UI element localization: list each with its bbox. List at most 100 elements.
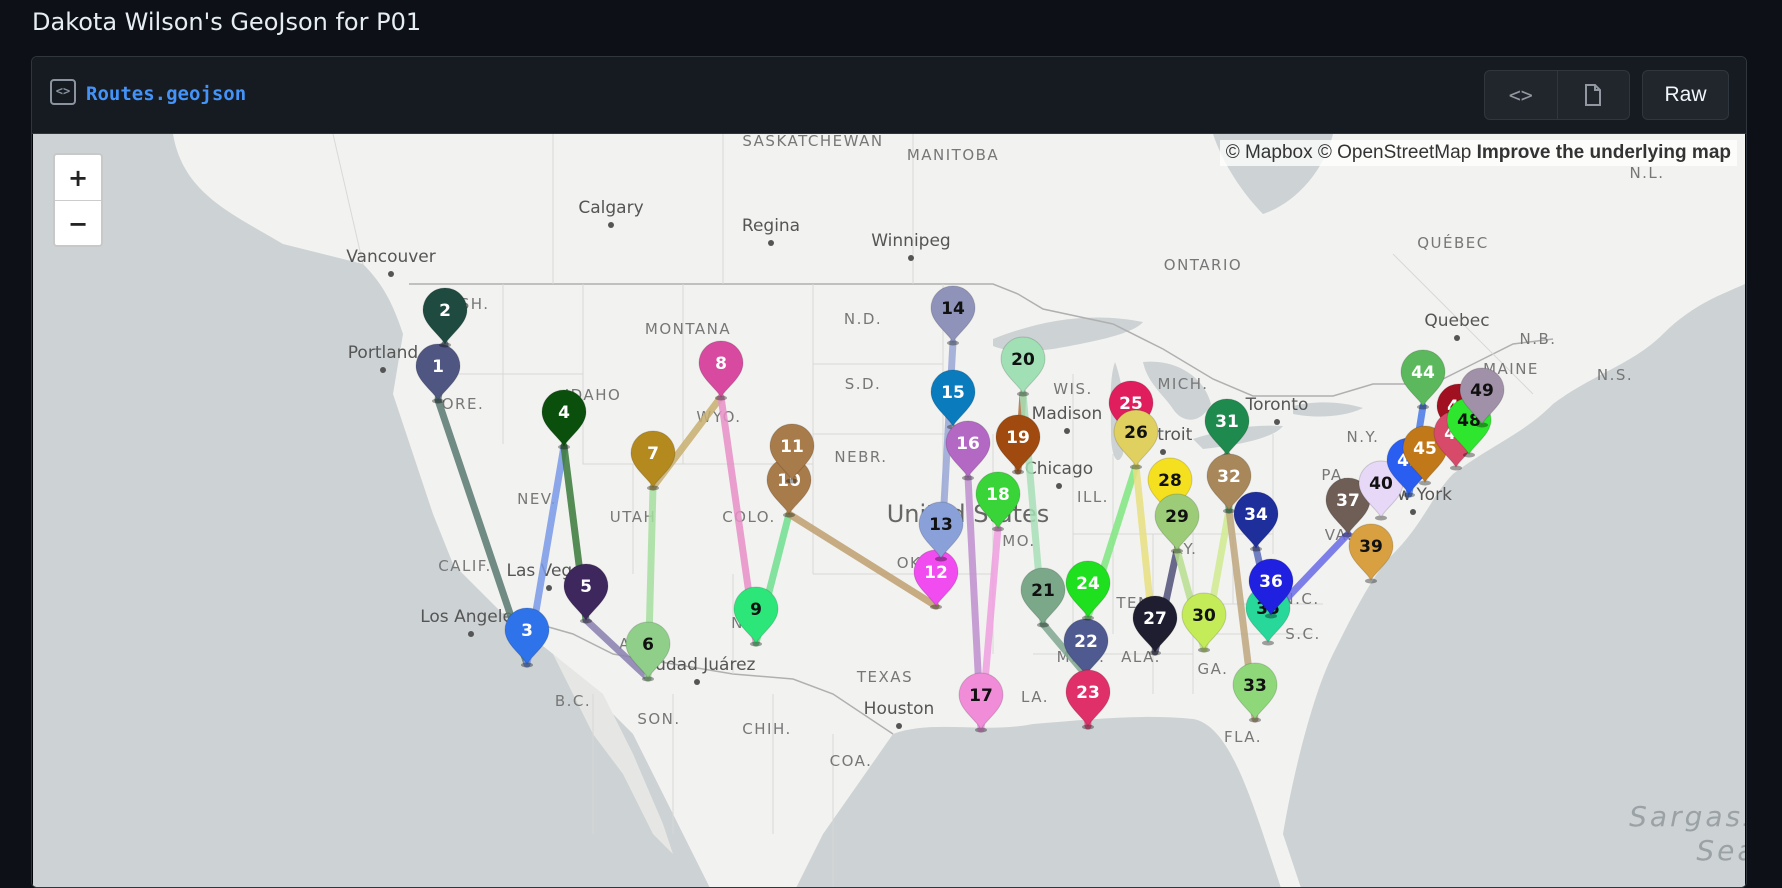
improve-map-link[interactable]: Improve the underlying map: [1477, 142, 1731, 163]
city-label-winnipeg: Winnipeg: [871, 231, 950, 251]
map-pin-33[interactable]: 33: [1232, 662, 1278, 723]
map-pin-20[interactable]: 20: [1000, 336, 1046, 397]
region-label-wis: WIS.: [1053, 380, 1093, 398]
city-dot: [468, 631, 474, 637]
pin-number: 11: [780, 437, 804, 457]
pin-number: 36: [1259, 572, 1283, 592]
osm-attribution-link[interactable]: © OpenStreetMap: [1318, 142, 1471, 163]
city-dot: [1410, 509, 1416, 515]
pin-number: 27: [1143, 609, 1167, 629]
map-pin-34[interactable]: 34: [1233, 491, 1279, 552]
file-header: <> Routes.geojson <> Raw: [32, 57, 1746, 134]
map-pin-4[interactable]: 4: [541, 389, 587, 450]
zoom-out-button[interactable]: −: [55, 201, 101, 246]
city-dot: [694, 679, 700, 685]
pin-number: 44: [1411, 363, 1435, 383]
city-label-portland: Portland: [348, 343, 418, 363]
map-pin-26[interactable]: 26: [1113, 409, 1159, 470]
map-pin-8[interactable]: 8: [698, 340, 744, 401]
pin-number: 6: [642, 635, 654, 655]
pin-number: 30: [1192, 606, 1216, 626]
region-label-b-c: B.C.: [555, 692, 591, 710]
region-label-ill: ILL.: [1077, 488, 1109, 506]
pin-number: 19: [1006, 428, 1030, 448]
map-pin-16[interactable]: 16: [945, 420, 991, 481]
map-canvas[interactable]: SASKATCHEWAN MANITOBA ONTARIO QUÉBEC N.L. N.B…: [33, 134, 1745, 888]
pin-number: 39: [1359, 537, 1383, 557]
region-label-n-s: N.S.: [1597, 366, 1633, 384]
pin-number: 33: [1243, 676, 1267, 696]
pin-number: 5: [580, 577, 592, 597]
region-label-mo: MO.: [1002, 532, 1035, 550]
city-dot: [1056, 483, 1062, 489]
region-label-mich: MICH.: [1157, 375, 1208, 393]
city-label-quebec: Quebec: [1424, 311, 1489, 331]
raw-button[interactable]: Raw: [1642, 70, 1729, 120]
pin-number: 49: [1470, 381, 1494, 401]
map-pin-14[interactable]: 14: [930, 285, 976, 346]
region-label-n-l: N.L.: [1629, 164, 1664, 182]
city-label-houston: Houston: [864, 699, 935, 719]
pin-number: 14: [941, 299, 965, 319]
map-pin-21[interactable]: 21: [1020, 567, 1066, 628]
map-pin-27[interactable]: 27: [1132, 595, 1178, 656]
sea-label-line: Sea: [1696, 834, 1745, 867]
file-viewer: <> Routes.geojson <> Raw SASKATCHEWAN MA…: [31, 56, 1747, 888]
pin-number: 24: [1076, 574, 1100, 594]
city-dot: [388, 271, 394, 277]
map-pin-31[interactable]: 31: [1204, 398, 1250, 459]
pin-number: 2: [439, 301, 451, 321]
pin-number: 13: [929, 515, 953, 535]
file-name-link[interactable]: Routes.geojson: [86, 83, 246, 105]
region-label-nebr: NEBR.: [834, 448, 887, 466]
zoom-in-button[interactable]: +: [55, 155, 101, 201]
pin-number: 9: [750, 600, 762, 620]
pin-number: 1: [432, 357, 444, 377]
file-icon: [1585, 84, 1602, 106]
region-label-s-d: S.D.: [845, 375, 882, 393]
map-pin-7[interactable]: 7: [630, 430, 676, 491]
sea-label-line: Sargasso: [1629, 800, 1745, 833]
preview-button[interactable]: [1558, 71, 1630, 119]
pin-number: 40: [1369, 474, 1393, 494]
city-dot: [608, 222, 614, 228]
region-label-ore: ORE.: [442, 395, 484, 413]
region-label-manitoba: MANITOBA: [907, 146, 999, 164]
pin-number: 34: [1244, 505, 1268, 525]
region-label-saskatchewan: SASKATCHEWAN: [742, 134, 883, 150]
pin-number: 23: [1076, 683, 1100, 703]
city-dot: [908, 255, 914, 261]
region-label-la: LA.: [1021, 688, 1049, 706]
city-label-chicago: Chicago: [1025, 459, 1093, 479]
region-label-son: SON.: [637, 710, 680, 728]
pin-number: 28: [1158, 471, 1182, 491]
city-dot: [380, 367, 386, 373]
city-dot: [1454, 335, 1460, 341]
code-view-button[interactable]: <>: [1485, 71, 1558, 119]
region-label-montana: MONTANA: [645, 320, 731, 338]
map-pin-9[interactable]: 9: [733, 586, 779, 647]
city-label-madison: Madison: [1032, 404, 1103, 424]
map-pin-22[interactable]: 22: [1063, 618, 1109, 679]
map-pin-17[interactable]: 17: [958, 672, 1004, 733]
pin-number: 7: [647, 444, 659, 464]
gulf-of-mexico: [796, 716, 1281, 887]
code-icon: <>: [1508, 83, 1533, 107]
pin-number: 31: [1215, 412, 1239, 432]
pin-number: 4: [558, 403, 570, 423]
map-pin-30[interactable]: 30: [1181, 592, 1227, 653]
mapbox-attribution-link[interactable]: © Mapbox: [1226, 142, 1313, 163]
region-label-fla: FLA.: [1224, 728, 1262, 746]
map-pin-2[interactable]: 2: [422, 287, 468, 348]
city-label-regina: Regina: [742, 216, 800, 236]
map-view[interactable]: SASKATCHEWAN MANITOBA ONTARIO QUÉBEC N.L. N.B…: [33, 134, 1745, 888]
region-label-quebec: QUÉBEC: [1417, 233, 1489, 252]
region-label-s-c: S.C.: [1285, 625, 1321, 643]
region-label-n-b: N.B.: [1519, 330, 1556, 348]
city-dot: [1160, 449, 1166, 455]
pin-number: 16: [956, 434, 980, 454]
pin-number: 32: [1217, 467, 1241, 487]
map-pin-5[interactable]: 5: [563, 563, 609, 624]
region-label-chih: CHIH.: [742, 720, 791, 738]
pin-number: 29: [1165, 507, 1189, 527]
